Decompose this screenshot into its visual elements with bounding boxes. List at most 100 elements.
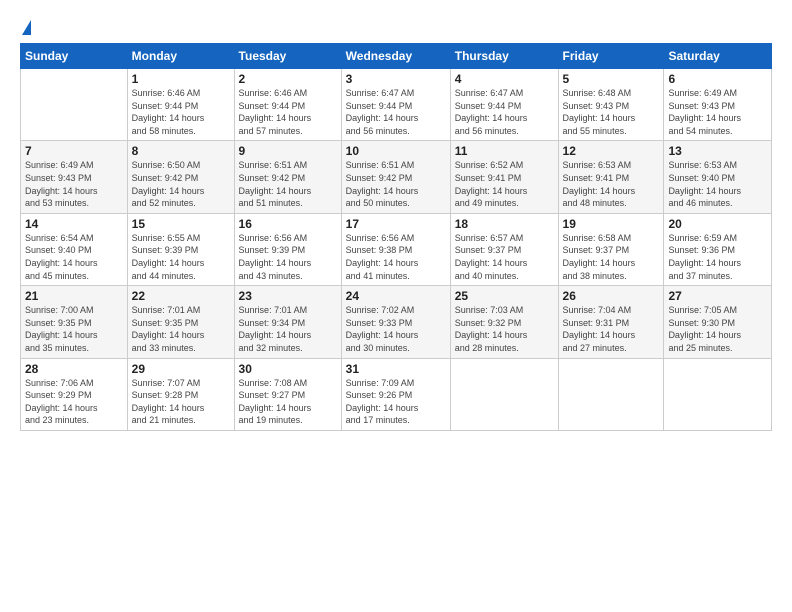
day-cell: 24Sunrise: 7:02 AM Sunset: 9:33 PM Dayli… [341, 286, 450, 358]
day-info: Sunrise: 6:47 AM Sunset: 9:44 PM Dayligh… [346, 87, 446, 137]
day-cell: 12Sunrise: 6:53 AM Sunset: 9:41 PM Dayli… [558, 141, 664, 213]
day-number: 7 [25, 144, 123, 158]
day-cell: 13Sunrise: 6:53 AM Sunset: 9:40 PM Dayli… [664, 141, 772, 213]
day-info: Sunrise: 6:58 AM Sunset: 9:37 PM Dayligh… [563, 232, 660, 282]
day-info: Sunrise: 6:49 AM Sunset: 9:43 PM Dayligh… [25, 159, 123, 209]
day-number: 3 [346, 72, 446, 86]
day-number: 6 [668, 72, 767, 86]
day-cell: 8Sunrise: 6:50 AM Sunset: 9:42 PM Daylig… [127, 141, 234, 213]
day-info: Sunrise: 6:46 AM Sunset: 9:44 PM Dayligh… [239, 87, 337, 137]
day-number: 2 [239, 72, 337, 86]
day-info: Sunrise: 6:50 AM Sunset: 9:42 PM Dayligh… [132, 159, 230, 209]
day-number: 10 [346, 144, 446, 158]
day-number: 17 [346, 217, 446, 231]
col-friday: Friday [558, 44, 664, 69]
logo-triangle-icon [22, 20, 31, 35]
day-cell [558, 358, 664, 430]
day-cell: 15Sunrise: 6:55 AM Sunset: 9:39 PM Dayli… [127, 213, 234, 285]
day-cell: 23Sunrise: 7:01 AM Sunset: 9:34 PM Dayli… [234, 286, 341, 358]
day-number: 13 [668, 144, 767, 158]
day-info: Sunrise: 6:53 AM Sunset: 9:41 PM Dayligh… [563, 159, 660, 209]
day-cell: 10Sunrise: 6:51 AM Sunset: 9:42 PM Dayli… [341, 141, 450, 213]
col-tuesday: Tuesday [234, 44, 341, 69]
day-number: 8 [132, 144, 230, 158]
day-cell: 2Sunrise: 6:46 AM Sunset: 9:44 PM Daylig… [234, 69, 341, 141]
day-info: Sunrise: 7:09 AM Sunset: 9:26 PM Dayligh… [346, 377, 446, 427]
day-info: Sunrise: 6:46 AM Sunset: 9:44 PM Dayligh… [132, 87, 230, 137]
day-cell: 17Sunrise: 6:56 AM Sunset: 9:38 PM Dayli… [341, 213, 450, 285]
day-info: Sunrise: 6:51 AM Sunset: 9:42 PM Dayligh… [346, 159, 446, 209]
week-row-2: 7Sunrise: 6:49 AM Sunset: 9:43 PM Daylig… [21, 141, 772, 213]
day-number: 5 [563, 72, 660, 86]
day-number: 26 [563, 289, 660, 303]
main-container: SundayMondayTuesdayWednesdayThursdayFrid… [0, 0, 792, 441]
day-cell: 4Sunrise: 6:47 AM Sunset: 9:44 PM Daylig… [450, 69, 558, 141]
col-wednesday: Wednesday [341, 44, 450, 69]
day-number: 28 [25, 362, 123, 376]
week-row-4: 21Sunrise: 7:00 AM Sunset: 9:35 PM Dayli… [21, 286, 772, 358]
day-number: 29 [132, 362, 230, 376]
day-number: 14 [25, 217, 123, 231]
week-row-5: 28Sunrise: 7:06 AM Sunset: 9:29 PM Dayli… [21, 358, 772, 430]
day-number: 22 [132, 289, 230, 303]
calendar-table: SundayMondayTuesdayWednesdayThursdayFrid… [20, 43, 772, 431]
week-row-1: 1Sunrise: 6:46 AM Sunset: 9:44 PM Daylig… [21, 69, 772, 141]
logo-text [20, 16, 31, 37]
logo [20, 16, 31, 37]
day-number: 16 [239, 217, 337, 231]
day-cell [450, 358, 558, 430]
day-number: 18 [455, 217, 554, 231]
day-cell: 16Sunrise: 6:56 AM Sunset: 9:39 PM Dayli… [234, 213, 341, 285]
day-number: 24 [346, 289, 446, 303]
day-info: Sunrise: 6:57 AM Sunset: 9:37 PM Dayligh… [455, 232, 554, 282]
day-cell: 28Sunrise: 7:06 AM Sunset: 9:29 PM Dayli… [21, 358, 128, 430]
day-cell: 27Sunrise: 7:05 AM Sunset: 9:30 PM Dayli… [664, 286, 772, 358]
day-number: 20 [668, 217, 767, 231]
day-info: Sunrise: 7:05 AM Sunset: 9:30 PM Dayligh… [668, 304, 767, 354]
day-info: Sunrise: 7:03 AM Sunset: 9:32 PM Dayligh… [455, 304, 554, 354]
day-info: Sunrise: 6:55 AM Sunset: 9:39 PM Dayligh… [132, 232, 230, 282]
day-cell: 6Sunrise: 6:49 AM Sunset: 9:43 PM Daylig… [664, 69, 772, 141]
day-cell: 11Sunrise: 6:52 AM Sunset: 9:41 PM Dayli… [450, 141, 558, 213]
day-cell: 21Sunrise: 7:00 AM Sunset: 9:35 PM Dayli… [21, 286, 128, 358]
day-number: 11 [455, 144, 554, 158]
day-cell: 7Sunrise: 6:49 AM Sunset: 9:43 PM Daylig… [21, 141, 128, 213]
day-info: Sunrise: 6:48 AM Sunset: 9:43 PM Dayligh… [563, 87, 660, 137]
day-number: 4 [455, 72, 554, 86]
header [20, 16, 772, 37]
day-number: 21 [25, 289, 123, 303]
day-number: 19 [563, 217, 660, 231]
day-info: Sunrise: 6:59 AM Sunset: 9:36 PM Dayligh… [668, 232, 767, 282]
day-info: Sunrise: 6:56 AM Sunset: 9:39 PM Dayligh… [239, 232, 337, 282]
day-info: Sunrise: 6:53 AM Sunset: 9:40 PM Dayligh… [668, 159, 767, 209]
header-row: SundayMondayTuesdayWednesdayThursdayFrid… [21, 44, 772, 69]
day-info: Sunrise: 7:06 AM Sunset: 9:29 PM Dayligh… [25, 377, 123, 427]
day-info: Sunrise: 6:49 AM Sunset: 9:43 PM Dayligh… [668, 87, 767, 137]
day-number: 12 [563, 144, 660, 158]
day-number: 31 [346, 362, 446, 376]
day-cell: 30Sunrise: 7:08 AM Sunset: 9:27 PM Dayli… [234, 358, 341, 430]
day-info: Sunrise: 7:07 AM Sunset: 9:28 PM Dayligh… [132, 377, 230, 427]
day-number: 1 [132, 72, 230, 86]
day-info: Sunrise: 7:01 AM Sunset: 9:34 PM Dayligh… [239, 304, 337, 354]
day-number: 27 [668, 289, 767, 303]
day-info: Sunrise: 7:00 AM Sunset: 9:35 PM Dayligh… [25, 304, 123, 354]
day-cell: 26Sunrise: 7:04 AM Sunset: 9:31 PM Dayli… [558, 286, 664, 358]
day-cell: 14Sunrise: 6:54 AM Sunset: 9:40 PM Dayli… [21, 213, 128, 285]
day-info: Sunrise: 6:51 AM Sunset: 9:42 PM Dayligh… [239, 159, 337, 209]
col-thursday: Thursday [450, 44, 558, 69]
day-cell: 9Sunrise: 6:51 AM Sunset: 9:42 PM Daylig… [234, 141, 341, 213]
day-cell: 25Sunrise: 7:03 AM Sunset: 9:32 PM Dayli… [450, 286, 558, 358]
col-sunday: Sunday [21, 44, 128, 69]
day-info: Sunrise: 7:08 AM Sunset: 9:27 PM Dayligh… [239, 377, 337, 427]
day-cell: 3Sunrise: 6:47 AM Sunset: 9:44 PM Daylig… [341, 69, 450, 141]
day-info: Sunrise: 7:02 AM Sunset: 9:33 PM Dayligh… [346, 304, 446, 354]
day-number: 15 [132, 217, 230, 231]
day-number: 23 [239, 289, 337, 303]
day-cell: 19Sunrise: 6:58 AM Sunset: 9:37 PM Dayli… [558, 213, 664, 285]
day-info: Sunrise: 6:47 AM Sunset: 9:44 PM Dayligh… [455, 87, 554, 137]
day-cell: 18Sunrise: 6:57 AM Sunset: 9:37 PM Dayli… [450, 213, 558, 285]
day-cell: 20Sunrise: 6:59 AM Sunset: 9:36 PM Dayli… [664, 213, 772, 285]
day-info: Sunrise: 7:04 AM Sunset: 9:31 PM Dayligh… [563, 304, 660, 354]
col-saturday: Saturday [664, 44, 772, 69]
